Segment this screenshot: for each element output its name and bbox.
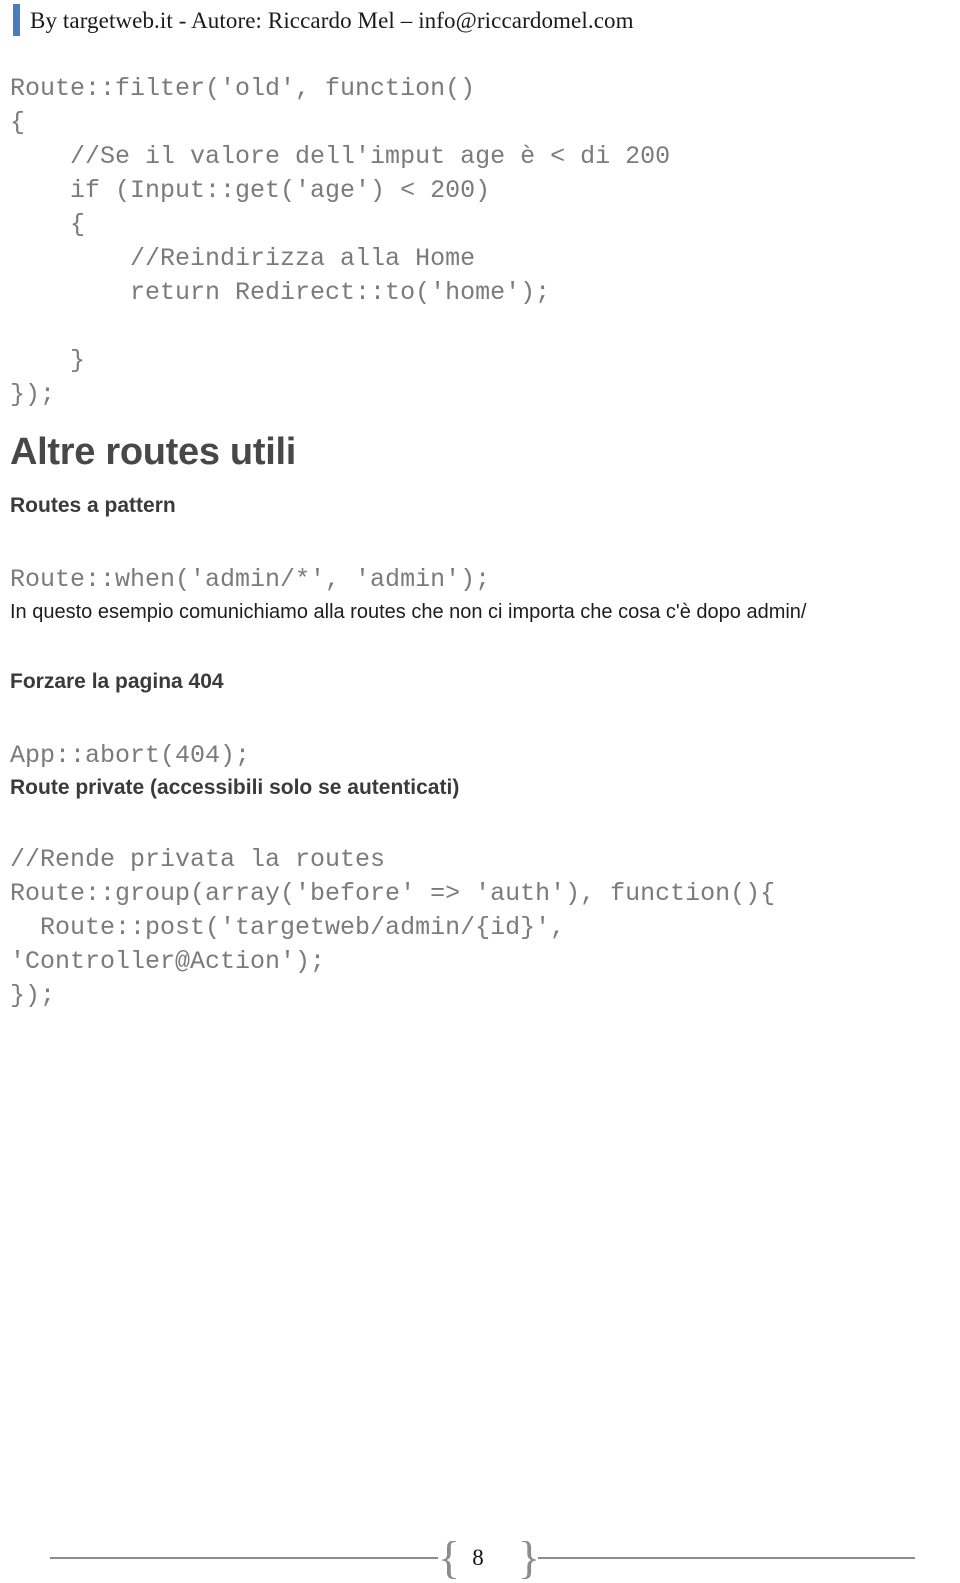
- subheading-routes-a-pattern: Routes a pattern: [10, 494, 176, 517]
- paragraph-pattern-description: In questo esempio comunichiamo alla rout…: [10, 601, 807, 623]
- header-author-line: By targetweb.it - Autore: Riccardo Mel –…: [30, 7, 634, 33]
- code-line: //Reindirizza alla Home: [10, 244, 476, 273]
- code-line: Route::filter('old', function(): [10, 74, 476, 103]
- footer-brace-right: }: [518, 1532, 541, 1583]
- subheading-forzare-pagina-404: Forzare la pagina 404: [10, 670, 224, 693]
- code-line: return Redirect::to('home');: [10, 278, 551, 307]
- code-line: if (Input::get('age') < 200): [10, 176, 491, 205]
- page-header: By targetweb.it - Autore: Riccardo Mel –…: [0, 0, 960, 40]
- code-line: 'Controller@Action');: [10, 947, 326, 976]
- header-accent-bar: [13, 4, 20, 36]
- footer-divider-right: [538, 1557, 915, 1559]
- section-heading-altre-routes-utili: Altre routes utili: [10, 431, 296, 473]
- code-line: //Rende privata la routes: [10, 845, 386, 874]
- code-block-route-filter: Route::filter('old', function(){ //Se il…: [10, 72, 670, 412]
- code-line-route-when: Route::when('admin/*', 'admin');: [10, 565, 491, 594]
- code-line: Route::post('targetweb/admin/{id}',: [10, 913, 566, 942]
- code-line: });: [10, 981, 56, 1010]
- footer-divider-left: [50, 1557, 438, 1559]
- code-line: });: [10, 380, 56, 409]
- code-line: }: [10, 346, 86, 375]
- code-line: {: [10, 108, 26, 137]
- page-footer: { 8 }: [0, 1505, 960, 1583]
- code-line: Route::group(array('before' => 'auth'), …: [10, 879, 776, 908]
- code-block-route-group: //Rende privata la routesRoute::group(ar…: [10, 843, 775, 1013]
- code-line: //Se il valore dell'imput age è < di 200: [10, 142, 671, 171]
- subheading-route-private: Route private (accessibili solo se auten…: [10, 776, 460, 799]
- code-line: {: [10, 210, 86, 239]
- code-line-app-abort: App::abort(404);: [10, 741, 251, 770]
- page-number: 8: [472, 1545, 484, 1570]
